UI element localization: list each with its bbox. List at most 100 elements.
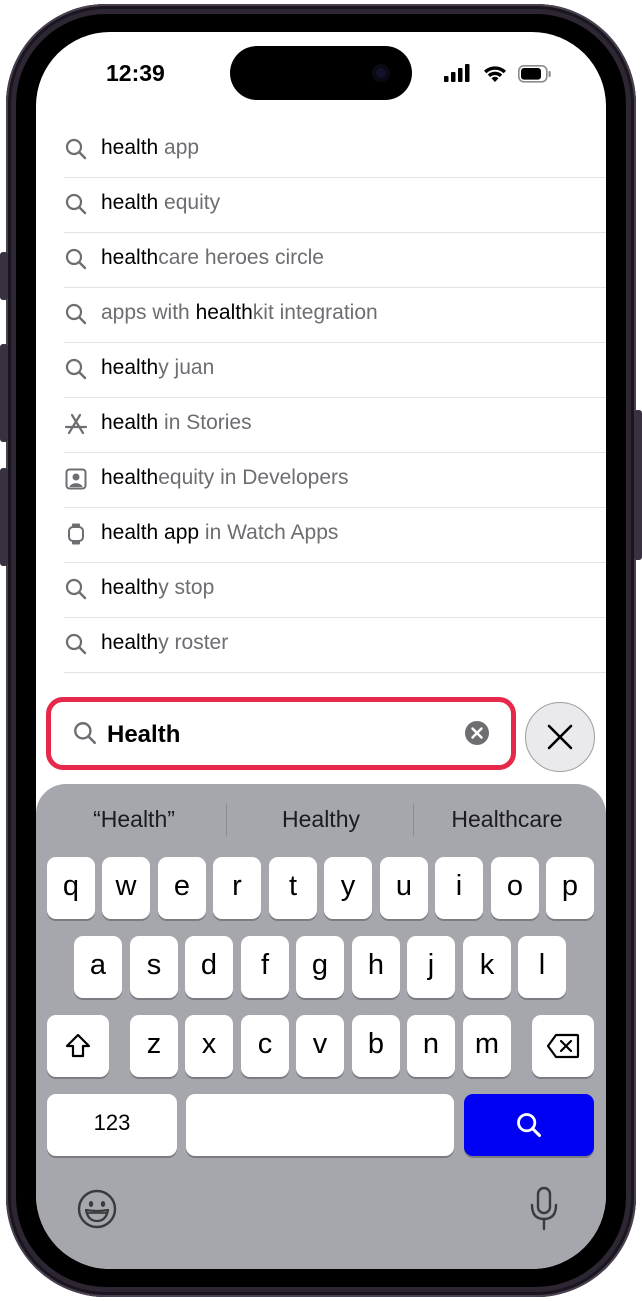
suggestion-item[interactable]: health equity	[64, 177, 606, 233]
search-icon	[65, 633, 87, 655]
key-a[interactable]: a	[74, 936, 122, 998]
prediction-divider	[226, 804, 227, 836]
suggestion-prefix: apps with	[101, 301, 196, 324]
key-d[interactable]: d	[185, 936, 233, 998]
delete-icon	[546, 1033, 580, 1059]
delete-key[interactable]	[532, 1015, 594, 1077]
suggestion-match: health	[101, 136, 159, 159]
shift-key[interactable]	[47, 1015, 109, 1077]
suggestion-item[interactable]: healthcare heroes circle	[64, 232, 606, 288]
key-c[interactable]: c	[241, 1015, 289, 1077]
suggestion-rest: kit integration	[252, 301, 378, 324]
prediction-3[interactable]: Healthcare	[417, 806, 597, 833]
search-icon	[65, 578, 87, 600]
suggestion-item[interactable]: healthequity in Developers	[64, 452, 606, 508]
suggestion-match: health	[101, 411, 159, 434]
suggestion-match: health	[101, 466, 159, 489]
app-store-icon	[64, 413, 88, 435]
cancel-search-button[interactable]	[525, 702, 595, 772]
search-key[interactable]	[464, 1094, 594, 1156]
key-q[interactable]: q	[47, 857, 95, 919]
microphone-icon[interactable]	[529, 1186, 559, 1232]
screen: 12:39 health app health equity healthcar…	[36, 32, 606, 1269]
close-icon	[547, 724, 573, 750]
volume-up-button	[0, 344, 8, 442]
suggestion-rest: y juan	[158, 356, 215, 379]
prediction-1[interactable]: “Health”	[44, 806, 224, 833]
key-x[interactable]: x	[185, 1015, 233, 1077]
suggestion-item[interactable]: health app in Watch Apps	[64, 507, 606, 563]
key-r[interactable]: r	[213, 857, 261, 919]
power-button	[634, 410, 642, 560]
search-field-highlight: Health	[46, 697, 516, 770]
key-n[interactable]: n	[407, 1015, 455, 1077]
watch-icon	[68, 523, 84, 545]
suggestion-rest: y roster	[158, 631, 229, 654]
key-i[interactable]: i	[435, 857, 483, 919]
search-icon	[74, 722, 97, 745]
suggestion-match: health app	[101, 521, 200, 544]
key-v[interactable]: v	[296, 1015, 344, 1077]
search-input[interactable]: Health	[62, 708, 500, 759]
suggestion-rest: equity in Developers	[158, 466, 349, 489]
suggestion-match: health	[101, 191, 159, 214]
search-input-value: Health	[107, 721, 181, 748]
search-icon	[65, 358, 87, 380]
key-o[interactable]: o	[491, 857, 539, 919]
clear-text-icon[interactable]	[464, 720, 490, 746]
key-z[interactable]: z	[130, 1015, 178, 1077]
key-l[interactable]: l	[518, 936, 566, 998]
suggestion-match: health	[101, 576, 159, 599]
key-y[interactable]: y	[324, 857, 372, 919]
key-t[interactable]: t	[269, 857, 317, 919]
suggestion-rest: in Stories	[158, 411, 252, 434]
suggestion-match: health	[101, 246, 159, 269]
cellular-signal-icon	[444, 64, 470, 82]
suggestion-rest: app	[158, 136, 200, 159]
keyboard: “Health” Healthy Healthcare q w e r t y …	[36, 784, 606, 1269]
key-s[interactable]: s	[130, 936, 178, 998]
space-key[interactable]	[186, 1094, 454, 1156]
status-time: 12:39	[106, 60, 165, 86]
key-e[interactable]: e	[158, 857, 206, 919]
key-m[interactable]: m	[463, 1015, 511, 1077]
search-icon	[65, 248, 87, 270]
suggestion-item[interactable]: health app	[64, 122, 606, 178]
suggestion-item[interactable]: healthy stop	[64, 562, 606, 618]
key-g[interactable]: g	[296, 936, 344, 998]
key-p[interactable]: p	[546, 857, 594, 919]
developer-icon	[65, 468, 87, 490]
emoji-icon[interactable]	[76, 1188, 118, 1230]
search-icon	[517, 1113, 542, 1138]
suggestion-rest: y stop	[158, 576, 215, 599]
suggestion-match: health	[101, 631, 159, 654]
key-k[interactable]: k	[463, 936, 511, 998]
prediction-2[interactable]: Healthy	[231, 806, 411, 833]
dynamic-island	[230, 46, 412, 100]
suggestion-match: health	[101, 356, 159, 379]
suggestion-rest: equity	[158, 191, 221, 214]
suggestion-item[interactable]: healthy juan	[64, 342, 606, 398]
suggestion-rest: care heroes circle	[158, 246, 324, 269]
battery-icon	[518, 65, 551, 83]
key-f[interactable]: f	[241, 936, 289, 998]
action-button	[0, 252, 8, 300]
suggestion-item[interactable]: health in Stories	[64, 397, 606, 453]
search-icon	[65, 138, 87, 160]
key-w[interactable]: w	[102, 857, 150, 919]
key-h[interactable]: h	[352, 936, 400, 998]
key-j[interactable]: j	[407, 936, 455, 998]
search-icon	[65, 193, 87, 215]
numbers-key[interactable]: 123	[47, 1094, 177, 1156]
prediction-divider	[413, 804, 414, 836]
suggestion-rest: in Watch Apps	[199, 521, 339, 544]
search-icon	[65, 303, 87, 325]
key-b[interactable]: b	[352, 1015, 400, 1077]
volume-down-button	[0, 468, 8, 566]
status-icons	[444, 64, 551, 83]
shift-icon	[65, 1033, 91, 1058]
key-u[interactable]: u	[380, 857, 428, 919]
suggestion-item[interactable]: healthy roster	[64, 617, 606, 673]
suggestion-item[interactable]: apps with healthkit integration	[64, 287, 606, 343]
wifi-icon	[484, 66, 506, 82]
